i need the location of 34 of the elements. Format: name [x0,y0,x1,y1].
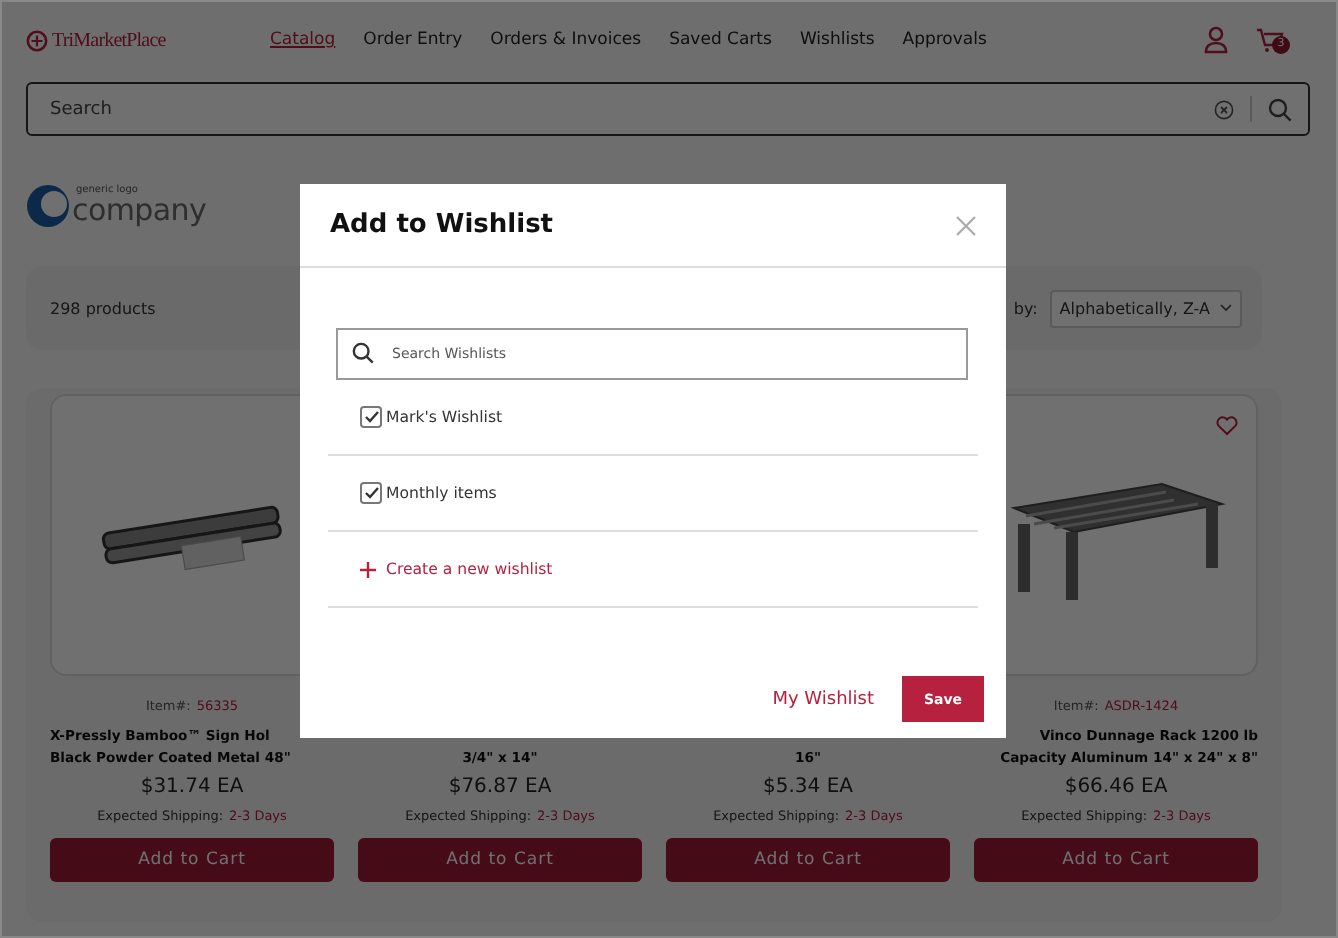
close-icon[interactable] [956,215,976,235]
heart-icon[interactable] [1216,416,1238,436]
nav-link[interactable]: Saved Carts [669,24,772,56]
product-price: $76.87 EA [446,776,554,798]
product-count: 298 products [50,299,156,317]
search-field[interactable]: Search [26,82,1310,136]
add-to-cart-button[interactable]: Add to Cart [50,838,334,882]
company-name: company [72,196,207,226]
product-price: $5.34 EA [761,776,855,798]
search-icon[interactable] [1268,97,1292,121]
logo-icon [26,29,48,51]
user-icon[interactable] [1204,26,1228,54]
checkbox[interactable] [360,482,382,504]
my-wishlist-link[interactable]: My Wishlist [772,689,874,709]
sort-dropdown[interactable]: Alphabetically, Z-A [1049,289,1242,327]
company-logo-icon [26,184,70,228]
nav-link[interactable]: Wishlists [799,24,875,56]
modal-title: Add to Wishlist [330,210,554,240]
nav-link[interactable]: Orders & Invoices [490,24,642,56]
checkbox[interactable] [360,406,382,428]
logo-text: TriMarketPlace [52,29,166,51]
product-price: $31.74 EA [138,776,246,798]
add-to-cart-button[interactable]: Add to Cart [974,838,1258,882]
add-to-cart-button[interactable]: Add to Cart [666,838,950,882]
product-price: $66.46 EA [1062,776,1170,798]
sort-label: by: [1013,299,1038,317]
add-to-cart-button[interactable]: Add to Cart [358,838,642,882]
search-icon [352,342,374,364]
plus-icon [360,561,376,577]
nav-link[interactable]: Catalog [270,24,336,56]
nav-link[interactable]: Order Entry [363,24,463,56]
clear-icon[interactable] [1214,99,1234,119]
nav-link[interactable]: Approvals [902,24,987,56]
chevron-icon [1220,304,1232,312]
